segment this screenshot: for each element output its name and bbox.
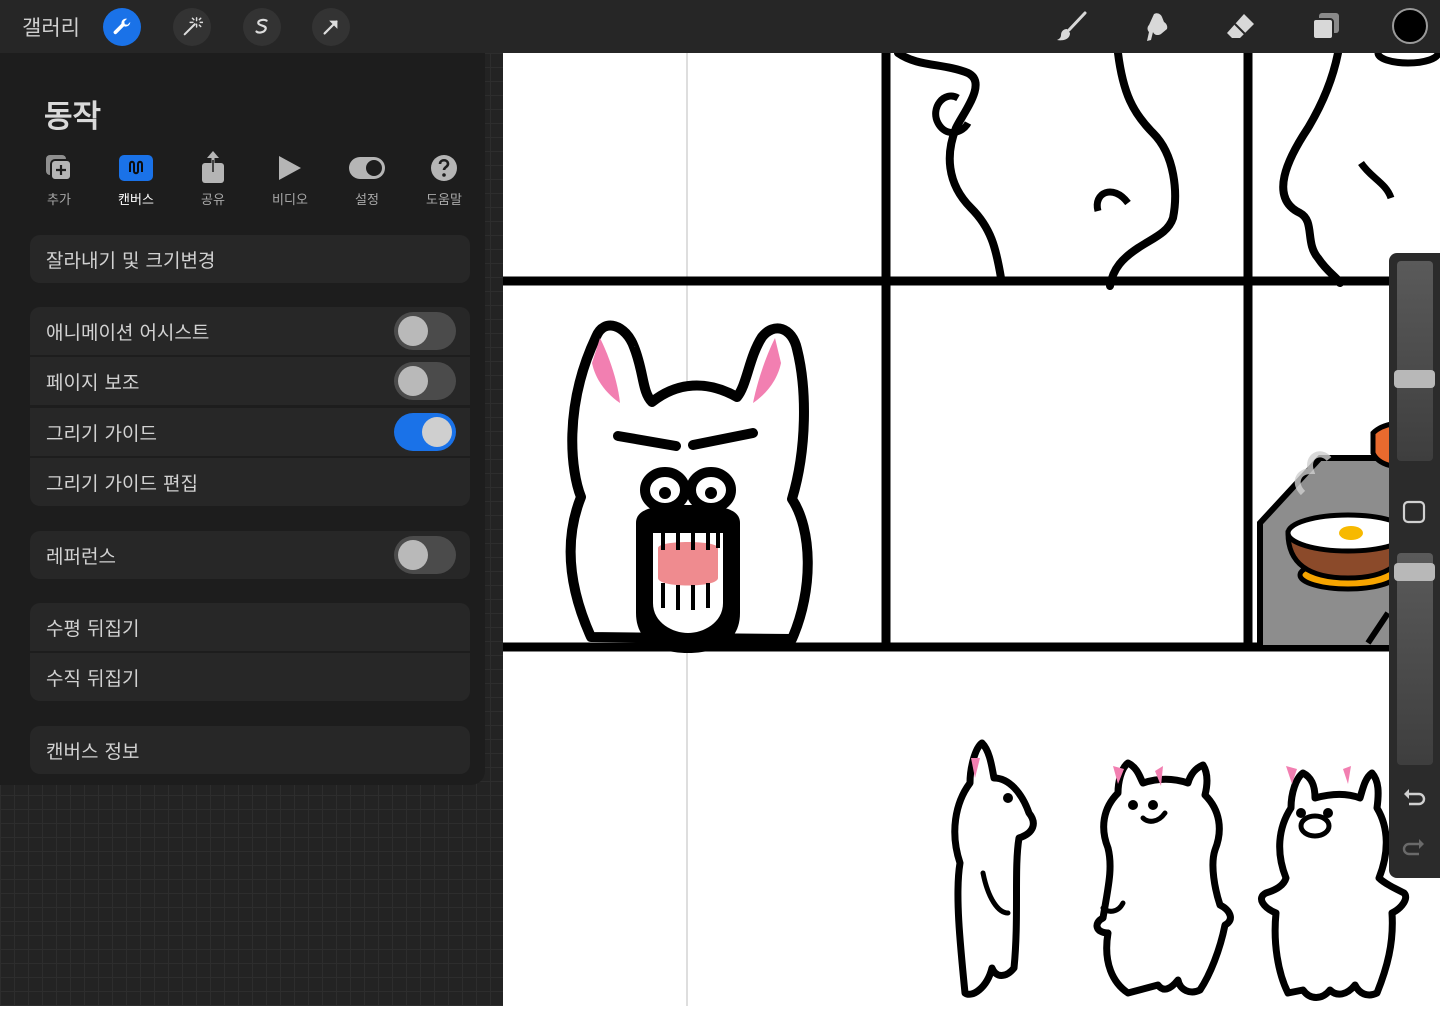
- flip-horizontal-item[interactable]: 수평 뒤집기: [30, 603, 470, 651]
- comic-artwork: [503, 39, 1440, 1006]
- row-label: 그리기 가이드 편집: [46, 472, 198, 495]
- reference-item: 레퍼런스: [30, 531, 470, 579]
- smudge-button[interactable]: [1139, 9, 1175, 45]
- tab-label: 추가: [47, 193, 71, 208]
- opacity-slider[interactable]: [1397, 553, 1433, 765]
- tab-prefs[interactable]: 설정: [332, 150, 402, 208]
- top-toolbar: 갤러리: [0, 0, 1440, 53]
- redo-button[interactable]: [1401, 835, 1427, 861]
- animation-assist-item: 애니메이션 어시스트: [30, 307, 470, 355]
- brush-icon: [1057, 11, 1087, 41]
- canvas-info-item[interactable]: 캔버스 정보: [30, 726, 470, 774]
- play-icon: [279, 156, 301, 180]
- layers-icon: [1312, 13, 1339, 40]
- brush-size-slider[interactable]: [1397, 261, 1433, 461]
- magic-wand-icon: [183, 17, 203, 36]
- canvas-icon: [119, 155, 153, 181]
- undo-button[interactable]: [1401, 785, 1427, 811]
- tab-canvas[interactable]: 캔버스: [101, 150, 171, 208]
- row-label: 레퍼런스: [46, 545, 116, 568]
- transform-button[interactable]: [312, 8, 350, 46]
- page-assist-item: 페이지 보조: [30, 357, 470, 405]
- tab-add[interactable]: 추가: [24, 150, 94, 208]
- quick-sidebar: [1389, 253, 1440, 878]
- wrench-icon: [113, 18, 131, 35]
- tab-label: 설정: [355, 193, 379, 208]
- tab-label: 공유: [201, 193, 225, 208]
- flip-vertical-item[interactable]: 수직 뒤집기: [30, 653, 470, 701]
- actions-panel: 동작 추가 캔버스 공유 비디오 설정 도움말 잘라내기 및 크기변경 애니메이…: [0, 53, 485, 785]
- panel-title: 동작: [44, 99, 102, 135]
- eraser-button[interactable]: [1223, 9, 1259, 45]
- layers-button[interactable]: [1308, 9, 1344, 45]
- animation-assist-toggle[interactable]: [394, 312, 456, 350]
- redo-icon: [1402, 839, 1424, 856]
- row-label: 수직 뒤집기: [46, 667, 140, 690]
- transform-arrow-icon: [323, 20, 338, 35]
- undo-icon: [1404, 789, 1426, 806]
- row-label: 캔버스 정보: [46, 740, 140, 763]
- page-assist-toggle[interactable]: [394, 362, 456, 400]
- tab-label: 도움말: [426, 193, 462, 208]
- drawing-guide-item: 그리기 가이드: [30, 408, 470, 456]
- eraser-icon: [1227, 14, 1254, 38]
- row-label: 잘라내기 및 크기변경: [46, 249, 216, 272]
- edit-drawing-guide-item[interactable]: 그리기 가이드 편집: [30, 458, 470, 506]
- tab-video[interactable]: 비디오: [255, 150, 325, 208]
- tab-help[interactable]: 도움말: [409, 150, 479, 208]
- selection-icon: [255, 18, 268, 34]
- row-label: 수평 뒤집기: [46, 617, 140, 640]
- gallery-button[interactable]: 갤러리: [22, 12, 80, 42]
- color-button[interactable]: [1392, 8, 1428, 44]
- tab-label: 비디오: [272, 193, 308, 208]
- modify-square-icon: [1402, 500, 1426, 524]
- modify-button[interactable]: [1402, 500, 1426, 524]
- tab-share[interactable]: 공유: [178, 150, 248, 208]
- add-image-icon: [46, 155, 72, 181]
- drawing-guide-toggle[interactable]: [394, 413, 456, 451]
- actions-button[interactable]: [103, 8, 141, 46]
- row-label: 페이지 보조: [46, 371, 140, 394]
- adjustments-button[interactable]: [173, 8, 211, 46]
- selection-button[interactable]: [243, 8, 281, 46]
- smudge-icon: [1147, 13, 1168, 41]
- drawing-canvas[interactable]: [503, 39, 1440, 1006]
- brush-size-handle[interactable]: [1394, 370, 1435, 388]
- crop-resize-item[interactable]: 잘라내기 및 크기변경: [30, 235, 470, 283]
- row-label: 그리기 가이드: [46, 422, 157, 445]
- row-label: 애니메이션 어시스트: [46, 321, 210, 344]
- reference-toggle[interactable]: [394, 536, 456, 574]
- toggle-icon: [349, 157, 385, 179]
- brush-button[interactable]: [1054, 9, 1090, 45]
- tab-label: 캔버스: [118, 193, 154, 208]
- help-icon: [431, 155, 457, 181]
- share-icon: [202, 151, 224, 183]
- opacity-handle[interactable]: [1394, 563, 1435, 581]
